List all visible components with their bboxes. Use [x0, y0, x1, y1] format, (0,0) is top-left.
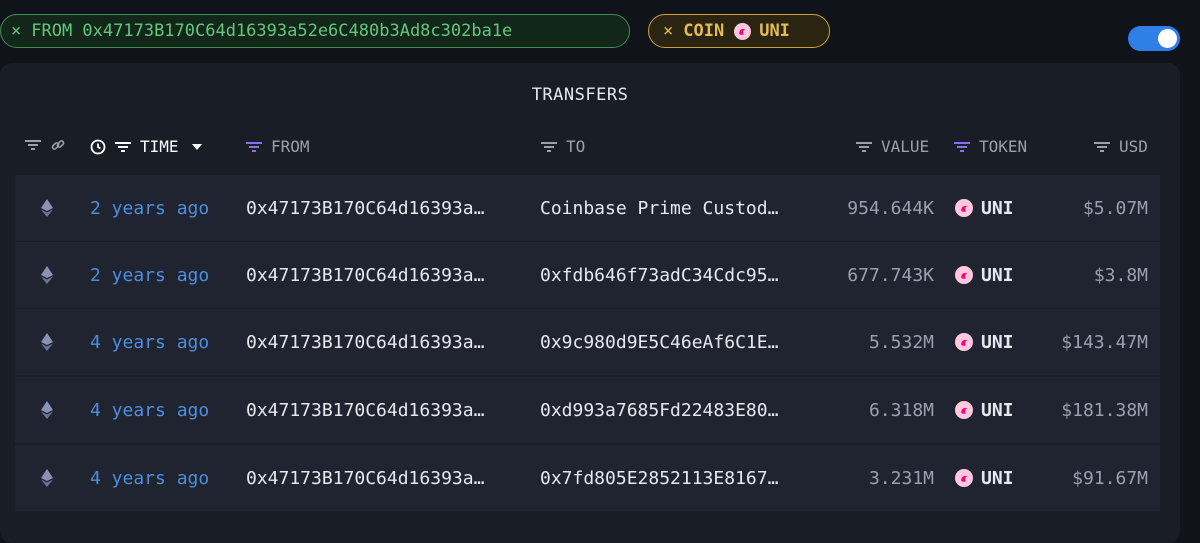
- row-token[interactable]: UNI: [955, 445, 1014, 511]
- header-link-filter[interactable]: [24, 137, 74, 153]
- row-time-link[interactable]: 4 years ago: [90, 377, 209, 443]
- header-time[interactable]: TIME: [90, 137, 211, 156]
- row-from-address[interactable]: 0x47173B170C64d16393a…: [246, 445, 484, 511]
- sort-desc-icon[interactable]: [191, 143, 203, 151]
- row-value: 677.743K: [847, 264, 934, 286]
- uni-token-icon: [955, 469, 973, 487]
- row-token[interactable]: UNI: [955, 309, 1014, 375]
- uni-token-icon: [734, 22, 752, 40]
- row-token-label: UNI: [981, 331, 1014, 353]
- row-time-link[interactable]: 2 years ago: [90, 242, 209, 308]
- from-filter-label: FROM 0x47173B170C64d16393a52e6C480b3Ad8c…: [31, 21, 513, 41]
- header-usd[interactable]: USD: [1093, 137, 1148, 156]
- table-row[interactable]: 2 years ago 0x47173B170C64d16393a… 0xfdb…: [15, 242, 1160, 308]
- header-usd-label: USD: [1119, 137, 1148, 156]
- uni-token-icon: [955, 333, 973, 351]
- row-usd: $181.38M: [1061, 399, 1148, 421]
- link-icon[interactable]: [50, 137, 66, 153]
- row-usd: $143.47M: [1061, 331, 1148, 353]
- ethereum-icon: [41, 377, 53, 443]
- row-time-link[interactable]: 4 years ago: [90, 445, 209, 511]
- row-token[interactable]: UNI: [955, 242, 1014, 308]
- row-to-address[interactable]: 0x9c980d9E5C46eAf6C1E…: [540, 309, 778, 375]
- row-value: 3.231M: [868, 467, 934, 489]
- header-from[interactable]: FROM: [245, 137, 310, 156]
- table-row[interactable]: 4 years ago 0x47173B170C64d16393a… 0x9c9…: [15, 309, 1160, 375]
- from-filter-chip[interactable]: × FROM 0x47173B170C64d16393a52e6C480b3Ad…: [0, 14, 630, 48]
- header-time-label: TIME: [140, 137, 179, 156]
- row-from-address[interactable]: 0x47173B170C64d16393a…: [246, 242, 484, 308]
- remove-filter-icon[interactable]: ×: [11, 21, 21, 41]
- row-token[interactable]: UNI: [955, 377, 1014, 443]
- header-token-label: TOKEN: [979, 137, 1028, 156]
- ethereum-icon: [41, 175, 53, 241]
- remove-filter-icon[interactable]: ×: [663, 21, 673, 41]
- header-value[interactable]: VALUE: [855, 137, 929, 156]
- ethereum-icon: [41, 309, 53, 375]
- header-token[interactable]: TOKEN: [953, 137, 1027, 156]
- coin-filter-chip[interactable]: × COIN UNI: [648, 14, 830, 48]
- uni-token-icon: [955, 401, 973, 419]
- table-row[interactable]: 2 years ago 0x47173B170C64d16393a… Coinb…: [15, 175, 1160, 241]
- uni-token-icon: [955, 199, 973, 217]
- row-token-label: UNI: [981, 197, 1014, 219]
- coin-filter-label: COIN: [683, 21, 725, 41]
- row-token-label: UNI: [981, 264, 1014, 286]
- header-from-label: FROM: [271, 137, 310, 156]
- filter-icon[interactable]: [114, 140, 132, 154]
- row-to-address[interactable]: Coinbase Prime Custod…: [540, 175, 778, 241]
- panel-title: TRANSFERS: [531, 85, 629, 105]
- filter-icon[interactable]: [24, 138, 42, 152]
- row-token-label: UNI: [981, 467, 1014, 489]
- filter-icon[interactable]: [1093, 140, 1111, 154]
- table-row[interactable]: 4 years ago 0x47173B170C64d16393a… 0x7fd…: [15, 445, 1160, 511]
- row-usd: $91.67M: [1072, 467, 1148, 489]
- row-time-link[interactable]: 2 years ago: [90, 175, 209, 241]
- row-value: 954.644K: [847, 197, 934, 219]
- ethereum-icon: [41, 242, 53, 308]
- row-token-label: UNI: [981, 399, 1014, 421]
- header-to[interactable]: TO: [540, 137, 585, 156]
- row-usd: $3.8M: [1093, 264, 1148, 286]
- header-to-label: TO: [566, 137, 586, 156]
- row-usd: $5.07M: [1082, 197, 1148, 219]
- row-to-address[interactable]: 0xfdb646f73adC34Cdc95…: [540, 242, 778, 308]
- filter-icon[interactable]: [855, 140, 873, 154]
- filter-icon[interactable]: [245, 140, 263, 154]
- header-value-label: VALUE: [881, 137, 930, 156]
- row-from-address[interactable]: 0x47173B170C64d16393a…: [246, 309, 484, 375]
- row-from-address[interactable]: 0x47173B170C64d16393a…: [246, 377, 484, 443]
- clock-icon: [90, 139, 106, 154]
- row-time-link[interactable]: 4 years ago: [90, 309, 209, 375]
- row-to-address[interactable]: 0xd993a7685Fd22483E80…: [540, 377, 778, 443]
- row-value: 5.532M: [868, 331, 934, 353]
- view-toggle[interactable]: [1128, 26, 1180, 51]
- row-to-address[interactable]: 0x7fd805E2852113E8167…: [540, 445, 778, 511]
- ethereum-icon: [41, 445, 53, 511]
- filter-icon[interactable]: [953, 140, 971, 154]
- table-row[interactable]: 4 years ago 0x47173B170C64d16393a… 0xd99…: [15, 377, 1160, 443]
- row-token[interactable]: UNI: [955, 175, 1014, 241]
- row-value: 6.318M: [868, 399, 934, 421]
- filter-icon[interactable]: [540, 140, 558, 154]
- row-from-address[interactable]: 0x47173B170C64d16393a…: [246, 175, 484, 241]
- uni-token-icon: [955, 266, 973, 284]
- toggle-knob: [1158, 29, 1177, 48]
- coin-filter-token: UNI: [759, 21, 790, 41]
